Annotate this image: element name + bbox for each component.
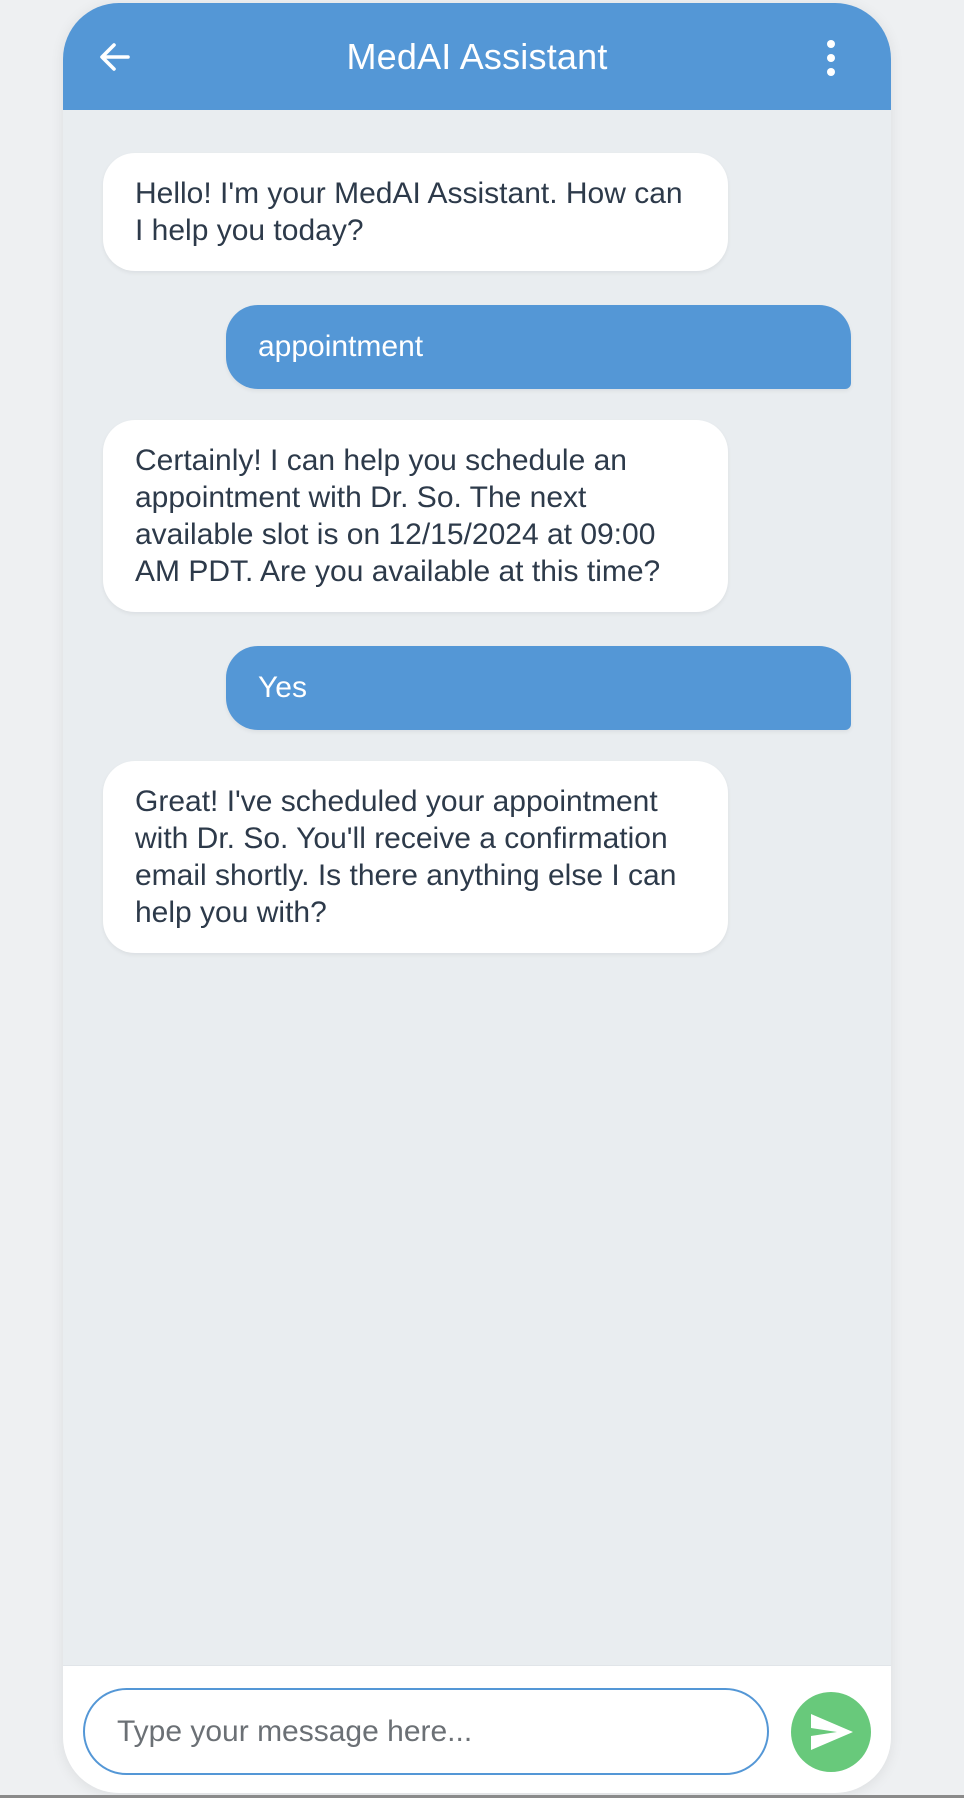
bot-message: Hello! I'm your MedAI Assistant. How can… xyxy=(103,153,728,271)
app-header: MedAI Assistant xyxy=(63,3,891,110)
more-options-button[interactable] xyxy=(821,39,841,77)
send-icon xyxy=(811,1714,853,1750)
chat-window: MedAI Assistant Hello! I'm your MedAI As… xyxy=(63,3,891,1793)
message-input[interactable] xyxy=(83,1688,769,1775)
bot-message: Certainly! I can help you schedule an ap… xyxy=(103,420,728,612)
bot-message: Great! I've scheduled your appointment w… xyxy=(103,761,728,953)
message-composer xyxy=(63,1665,891,1793)
user-message: appointment xyxy=(226,305,851,389)
page-title: MedAI Assistant xyxy=(346,36,608,77)
more-vertical-icon xyxy=(827,40,835,76)
send-button[interactable] xyxy=(791,1692,871,1772)
user-message: Yes xyxy=(226,646,851,730)
